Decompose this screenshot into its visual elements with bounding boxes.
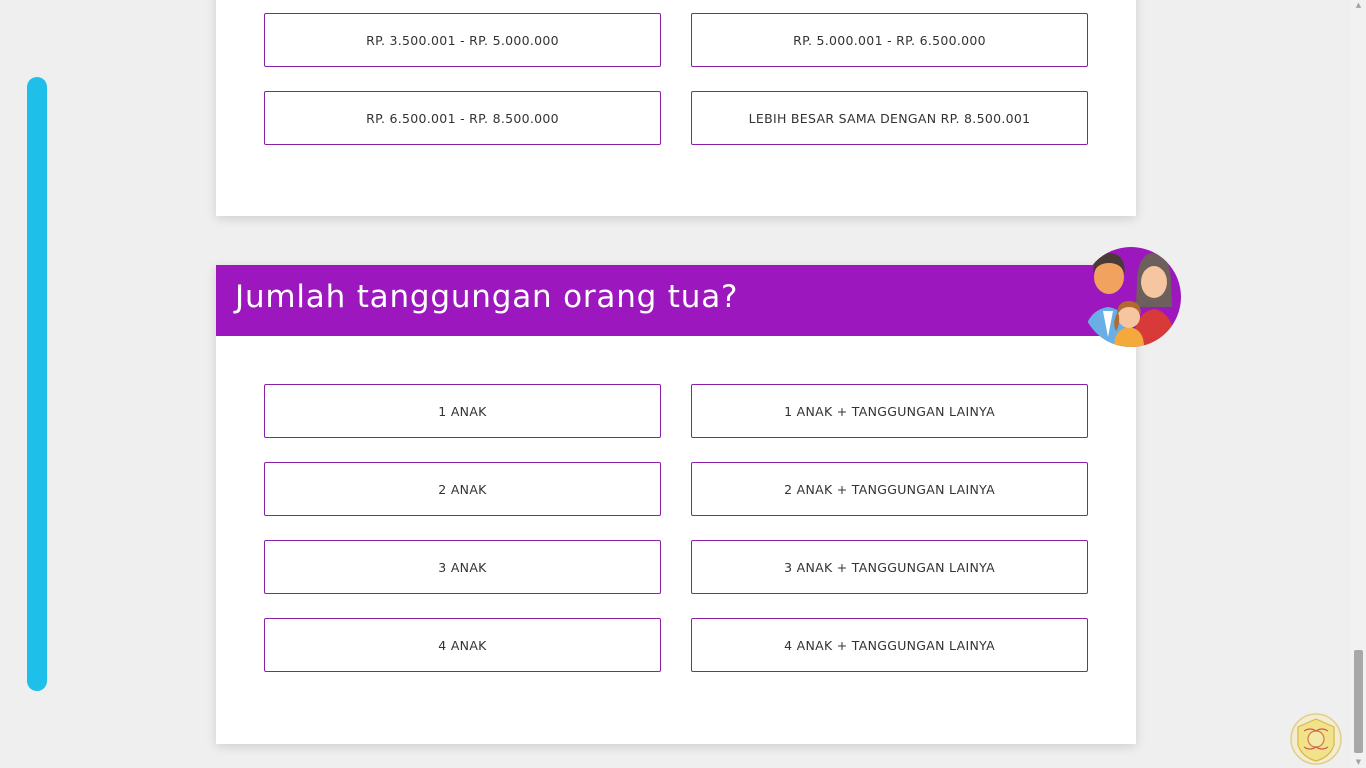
option-1-anak[interactable]: 1 ANAK <box>264 384 661 438</box>
scroll-down-arrow-icon[interactable]: ▼ <box>1354 758 1363 766</box>
scroll-up-arrow-icon[interactable]: ▲ <box>1354 1 1363 9</box>
option-2-anak-plus-lainya[interactable]: 2 ANAK + TANGGUNGAN LAINYA <box>691 462 1088 516</box>
option-3-anak[interactable]: 3 ANAK <box>264 540 661 594</box>
income-option-6500001-8500000[interactable]: RP. 6.500.001 - RP. 8.500.000 <box>264 91 661 145</box>
question-title: Jumlah tanggungan orang tua? <box>235 279 739 315</box>
progress-bar <box>27 77 47 691</box>
family-icon <box>1081 247 1181 347</box>
option-2-anak[interactable]: 2 ANAK <box>264 462 661 516</box>
income-option-3500001-5000000[interactable]: RP. 3.500.001 - RP. 5.000.000 <box>264 13 661 67</box>
option-3-anak-plus-lainya[interactable]: 3 ANAK + TANGGUNGAN LAINYA <box>691 540 1088 594</box>
scrollbar-thumb[interactable] <box>1354 650 1363 753</box>
question-header: Jumlah tanggungan orang tua? <box>216 265 1136 336</box>
income-option-5000001-6500000[interactable]: RP. 5.000.001 - RP. 6.500.000 <box>691 13 1088 67</box>
university-seal-icon <box>1290 713 1342 765</box>
option-4-anak-plus-lainya[interactable]: 4 ANAK + TANGGUNGAN LAINYA <box>691 618 1088 672</box>
option-1-anak-plus-lainya[interactable]: 1 ANAK + TANGGUNGAN LAINYA <box>691 384 1088 438</box>
income-option-above-8500001[interactable]: LEBIH BESAR SAMA DENGAN RP. 8.500.001 <box>691 91 1088 145</box>
option-4-anak[interactable]: 4 ANAK <box>264 618 661 672</box>
